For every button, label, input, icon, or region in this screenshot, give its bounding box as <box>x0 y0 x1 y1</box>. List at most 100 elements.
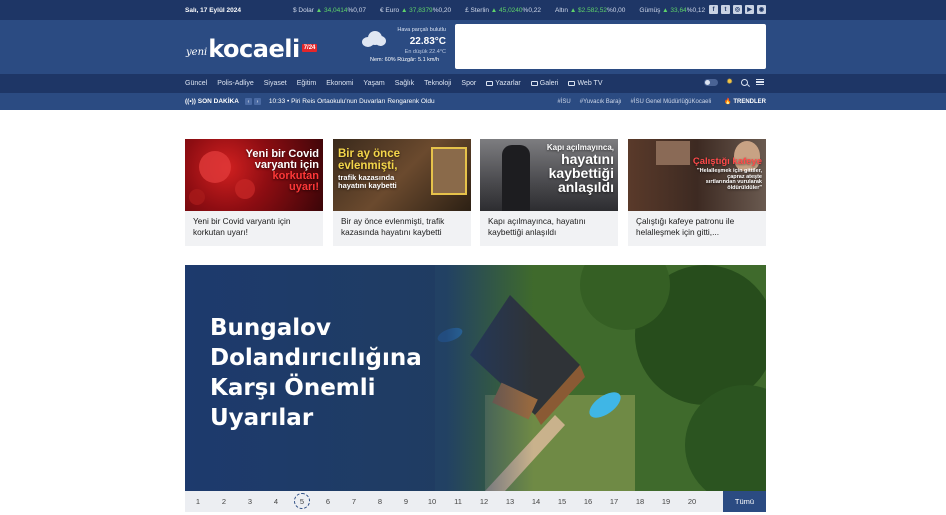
page-button[interactable]: 18 <box>627 497 653 506</box>
search-icon[interactable] <box>741 78 748 86</box>
tag-link[interactable]: #İSU Genel MüdürlüğüKocaeli <box>630 99 711 105</box>
weather-humidity: Nem: 60% Rüzgâr: 5.1 km/h <box>370 57 440 63</box>
hero-title: Bungalov Dolandırıcılığına Karşı Önemli … <box>210 315 422 431</box>
nav-item-polis-adliye[interactable]: Polis-Adliye <box>217 80 254 87</box>
page-button[interactable]: 1 <box>185 497 211 506</box>
tag-link[interactable]: #İSU <box>557 99 570 105</box>
rss-icon[interactable]: ◉ <box>757 5 766 14</box>
nav-item-siyaset[interactable]: Siyaset <box>264 80 287 87</box>
nav-item-guncel[interactable]: Güncel <box>185 80 207 87</box>
ticker-name: € Euro <box>379 6 400 14</box>
prev-arrow-icon[interactable]: ‹ <box>244 98 252 105</box>
page-button[interactable]: 13 <box>497 497 523 506</box>
news-card-image: Çalıştığı kafeye "Helalleşmek için gitti… <box>628 139 766 211</box>
hero-slider[interactable]: Bungalov Dolandırıcılığına Karşı Önemli … <box>185 265 766 491</box>
site-header: yeni kocaeli 7/24 Hava parçalı bulutlu 2… <box>0 20 946 74</box>
ticker-altin[interactable]: Altın ▲ $2.582,52%0,00 <box>555 7 625 14</box>
twitter-icon[interactable]: t <box>721 5 730 14</box>
nav-item-teknoloji[interactable]: Teknoloji <box>424 80 451 87</box>
overlay-line: evlenmişti, <box>338 159 398 172</box>
youtube-icon[interactable]: ▶ <box>745 5 754 14</box>
overlay-line: Çalıştığı kafeye <box>692 156 762 167</box>
nav-item-spor[interactable]: Spor <box>461 80 476 87</box>
card-overlay-text: Bir ay önce evlenmişti, trafik kazasında… <box>338 148 400 190</box>
page-button[interactable]: 20 <box>679 497 705 506</box>
nav-item-label: Galeri <box>539 80 559 87</box>
page-button[interactable]: 17 <box>601 497 627 506</box>
page-button[interactable]: 4 <box>263 497 289 506</box>
tag-link[interactable]: #Yuvacık Barajı <box>580 99 622 105</box>
ticker-value: ▲ 33,64 <box>662 6 687 14</box>
page-button[interactable]: 16 <box>575 497 601 506</box>
news-card[interactable]: Yeni bir Covid varyantı için korkutan uy… <box>185 139 323 246</box>
weather-low: En düşük 22.4°C <box>404 49 446 55</box>
next-arrow-icon[interactable]: › <box>253 98 261 105</box>
ticker-pct: %0,20 <box>432 6 452 14</box>
page-button[interactable]: 7 <box>341 497 367 506</box>
top-bar: Salı, 17 Eylül 2024 $ Dolar ▲ 34,0414%0,… <box>0 0 946 20</box>
ticker-value: ▲ $2.582,52 <box>569 6 607 14</box>
ticker-pct: %0,22 <box>522 6 541 14</box>
nav-item-egitim[interactable]: Eğitim <box>297 80 316 87</box>
page-button-active[interactable]: 5 <box>289 493 315 509</box>
tv-icon <box>568 80 576 86</box>
page-button[interactable]: 6 <box>315 497 341 506</box>
page-button[interactable]: 14 <box>523 497 549 506</box>
nav-item-webtv[interactable]: Web TV <box>568 80 602 87</box>
ticker-pct: %0,00 <box>606 6 626 14</box>
ticker-name: $ Dolar <box>293 6 314 14</box>
ticker-sterlin[interactable]: £ Sterlin ▲ 45,0240%0,22 <box>465 7 541 14</box>
writer-icon <box>486 80 494 86</box>
overlay-line: hayatını kaybetti <box>338 180 397 190</box>
nav-item-yazarlar[interactable]: Yazarlar <box>486 80 521 87</box>
page-button[interactable]: 9 <box>393 497 419 506</box>
nav-item-ekonomi[interactable]: Ekonomi <box>326 80 353 87</box>
flame-icon: 🔥 <box>724 99 734 105</box>
site-logo[interactable]: yeni kocaeli 7/24 <box>186 32 318 62</box>
instagram-icon[interactable]: ◎ <box>733 5 742 14</box>
current-date: Salı, 17 Eylül 2024 <box>185 6 242 14</box>
nav-tools: ✹ <box>704 78 764 86</box>
ticker-dolar[interactable]: $ Dolar ▲ 34,0414%0,07 <box>293 7 366 14</box>
news-card[interactable]: Çalıştığı kafeye "Helalleşmek için gitti… <box>628 139 766 246</box>
sun-icon[interactable]: ✹ <box>726 78 733 86</box>
news-card-title: Çalıştığı kafeye patronu ile helalleşmek… <box>636 216 735 237</box>
breaking-label: ((•)) SON DAKİKA <box>185 98 239 105</box>
person-silhouette <box>502 145 530 211</box>
trends-link[interactable]: 🔥 TRENDLER <box>724 98 766 105</box>
facebook-icon[interactable]: f <box>709 5 718 14</box>
nav-item-galeri[interactable]: Galeri <box>530 80 559 87</box>
page-button[interactable]: 8 <box>367 497 393 506</box>
news-card-title: Kapı açılmayınca, hayatını kaybettiği an… <box>488 216 586 237</box>
overlay-line: uyarı! <box>289 181 319 193</box>
theme-toggle[interactable] <box>704 78 719 86</box>
page-button[interactable]: 19 <box>653 497 679 506</box>
page-button[interactable]: 2 <box>211 497 237 506</box>
ticker-euro[interactable]: € Euro ▲ 37,8379%0,20 <box>380 7 451 14</box>
broadcast-icon: ((•)) <box>185 98 198 105</box>
page-button[interactable]: 12 <box>471 497 497 506</box>
ticker-name: £ Sterlin <box>465 6 489 14</box>
view-all-button[interactable]: Tümü <box>723 491 766 512</box>
breaking-news-link[interactable]: 10:33 • Piri Reis Ortaokulu'nun Duvarlar… <box>269 98 449 105</box>
ticker-pct: %0,07 <box>347 6 366 14</box>
slider-pagination: 1 2 3 4 5 6 7 8 9 10 11 12 13 14 15 16 1… <box>185 491 766 512</box>
ticker-value: ▲ 34,0414 <box>315 6 348 14</box>
page-button[interactable]: 15 <box>549 497 575 506</box>
page-button[interactable]: 3 <box>237 497 263 506</box>
news-card[interactable]: Kapı açılmayınca, hayatını kaybettiği an… <box>480 139 618 246</box>
nav-item-yasam[interactable]: Yaşam <box>363 80 384 87</box>
face-photo <box>656 141 690 165</box>
nav-item-saglik[interactable]: Sağlık <box>395 80 414 87</box>
news-card[interactable]: Bir ay önce evlenmişti, trafik kazasında… <box>333 139 471 246</box>
menu-icon[interactable] <box>756 79 764 85</box>
ticker-gumus[interactable]: Gümüş ▲ 33,64%0,12 <box>639 7 705 14</box>
overlay-line: öldürüldüler" <box>727 184 762 191</box>
news-card-title: Yeni bir Covid varyantı için korkutan uy… <box>193 216 291 237</box>
breaking-news-bar: ((•)) SON DAKİKA ‹ › 10:33 • Piri Reis O… <box>0 93 946 110</box>
ad-banner[interactable] <box>455 24 766 69</box>
breaking-label-text: SON DAKİKA <box>197 98 239 105</box>
page-button[interactable]: 10 <box>419 497 445 506</box>
trends-label: TRENDLER <box>733 99 766 105</box>
page-button[interactable]: 11 <box>445 497 471 506</box>
